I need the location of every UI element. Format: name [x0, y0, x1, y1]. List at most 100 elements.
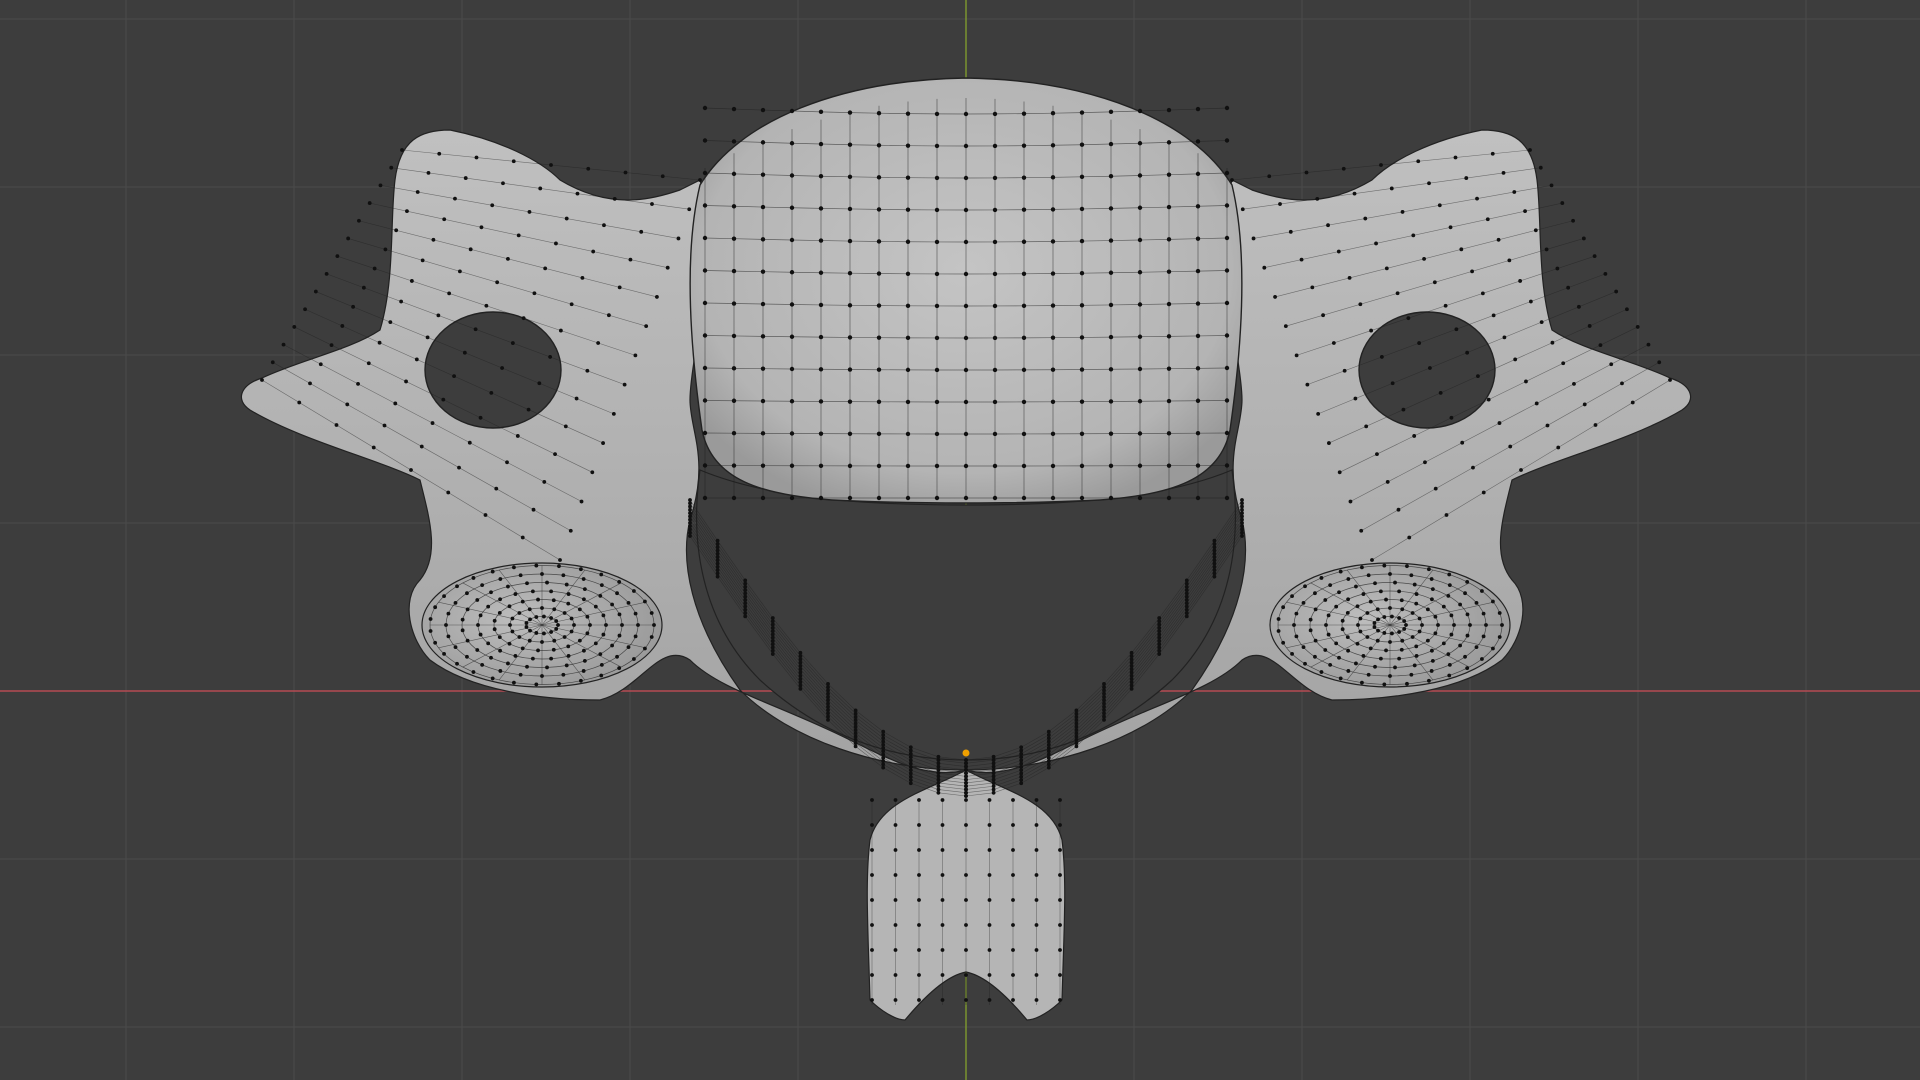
mesh-vertex [1378, 656, 1383, 661]
mesh-vertex [1184, 591, 1189, 596]
mesh-vertex [1137, 431, 1143, 436]
mesh-vertex [876, 175, 882, 180]
mesh-vertex [1385, 480, 1390, 484]
mesh-vertex [1409, 573, 1414, 578]
mesh-vertex [936, 787, 941, 792]
mesh-vertex [1587, 324, 1592, 328]
mesh-vertex [847, 463, 853, 469]
mesh-vertex [731, 204, 737, 209]
mesh-vertex [1157, 625, 1162, 630]
mesh-vertex [847, 303, 853, 308]
mesh-vertex [430, 421, 435, 425]
mesh-vertex [905, 303, 911, 309]
mesh-vertex [455, 661, 459, 666]
mesh-vertex [260, 378, 264, 382]
mesh-vertex [908, 765, 913, 769]
mesh-vertex [991, 761, 996, 766]
object-origin-marker[interactable] [962, 749, 970, 757]
mesh-vertex [1050, 399, 1056, 404]
mesh-vertex [1074, 741, 1079, 745]
mesh-vertex [1212, 542, 1217, 546]
mesh-vertex [770, 619, 775, 624]
mesh-vertex [818, 431, 824, 436]
mesh-vertex [561, 672, 566, 677]
mesh-vertex [1137, 399, 1143, 404]
mesh-vertex [1292, 623, 1296, 627]
mesh-vertex [324, 271, 329, 276]
mesh-vertex [1328, 583, 1333, 588]
mesh-vertex [991, 777, 996, 782]
mesh-vertex [467, 440, 472, 445]
mesh-vertex [617, 633, 622, 638]
mesh-vertex [963, 271, 969, 277]
mesh-vertex [881, 755, 886, 760]
mesh-vertex [428, 629, 433, 633]
mesh-vertex [908, 778, 913, 782]
mesh-vertex [798, 686, 803, 691]
mesh-vertex [1102, 704, 1106, 709]
mesh-vertex [934, 271, 940, 277]
mesh-vertex [574, 396, 579, 401]
mesh-vertex [818, 302, 824, 308]
mesh-vertex [1129, 667, 1134, 672]
viewport-canvas[interactable] [0, 0, 1920, 1080]
mesh-vertex [569, 302, 574, 307]
mesh-vertex [992, 495, 998, 501]
mesh-vertex [1050, 239, 1056, 244]
mesh-vertex [540, 572, 544, 576]
mesh-vertex [498, 577, 503, 581]
mesh-vertex [1058, 873, 1062, 877]
mesh-vertex [633, 353, 638, 358]
3d-viewport[interactable] [0, 0, 1920, 1080]
mesh-vertex [1373, 581, 1377, 586]
mesh-vertex [1378, 589, 1383, 594]
mesh-vertex [1157, 652, 1162, 656]
mesh-vertex [1361, 592, 1366, 596]
mesh-vertex [660, 174, 665, 179]
mesh-vertex [517, 611, 522, 615]
mesh-vertex [715, 551, 720, 556]
mesh-vertex [963, 303, 969, 309]
mesh-vertex [1443, 303, 1448, 308]
mesh-vertex [611, 411, 616, 416]
mesh-vertex [798, 680, 803, 685]
mesh-vertex [1340, 627, 1345, 632]
mesh-vertex [1102, 695, 1106, 699]
mesh-vertex [847, 174, 853, 180]
mesh-vertex [1212, 555, 1217, 559]
mesh-vertex [1157, 619, 1162, 624]
mesh-vertex [520, 599, 525, 604]
mesh-vertex [798, 677, 803, 681]
mesh-vertex [626, 600, 631, 605]
mesh-vertex [1427, 181, 1431, 186]
mesh-vertex [731, 333, 737, 339]
mesh-vertex [516, 233, 521, 238]
mesh-vertex [1034, 898, 1039, 902]
mesh-vertex [1409, 672, 1414, 677]
mesh-vertex [1305, 382, 1310, 387]
mesh-vertex [1240, 514, 1244, 519]
mesh-vertex [517, 635, 522, 639]
mesh-vertex [1388, 640, 1392, 644]
vertebra-mesh[interactable] [240, 77, 1692, 1021]
mesh-vertex [601, 632, 606, 637]
mesh-vertex [917, 873, 921, 877]
mesh-vertex [1129, 677, 1134, 681]
mesh-vertex [1416, 159, 1421, 164]
mesh-vertex [1369, 328, 1374, 333]
mesh-vertex [818, 206, 824, 211]
mesh-vertex [964, 790, 968, 795]
mesh-vertex [1281, 605, 1286, 610]
mesh-vertex [798, 664, 803, 668]
mesh-vertex [1353, 396, 1358, 401]
mesh-vertex [688, 517, 692, 522]
mesh-vertex [1046, 749, 1051, 754]
mesh-vertex [1046, 729, 1051, 734]
mesh-vertex [1405, 681, 1409, 686]
mesh-vertex [964, 764, 968, 769]
mesh-vertex [1050, 143, 1056, 148]
mesh-vertex [940, 948, 945, 952]
mesh-vertex [826, 681, 830, 686]
mesh-vertex [1348, 499, 1353, 504]
mesh-vertex [715, 555, 720, 559]
